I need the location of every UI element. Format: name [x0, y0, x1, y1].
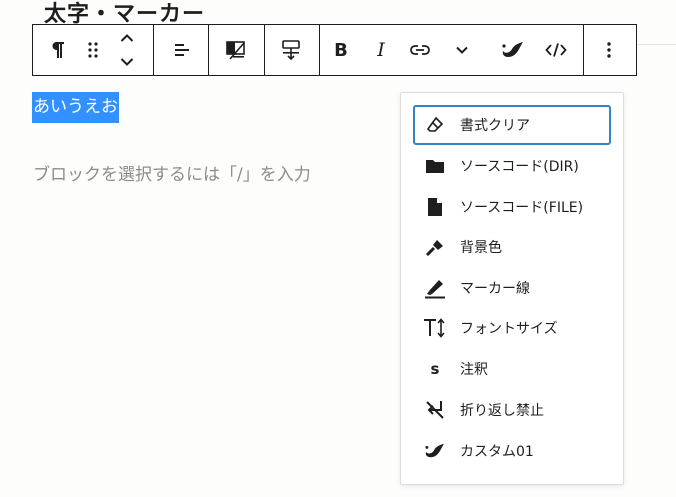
bold-label: B [334, 39, 348, 61]
toolbar-separator [319, 25, 320, 75]
menu-item-label: 注釈 [460, 362, 488, 378]
block-type-button[interactable] [43, 25, 73, 75]
menu-item-source-dir[interactable]: ソースコード(DIR) [413, 146, 611, 186]
move-up-button[interactable] [115, 27, 139, 49]
folder-icon [423, 154, 447, 178]
highlighter-icon [423, 276, 447, 300]
custom-format-button[interactable] [498, 25, 528, 75]
menu-item-source-file[interactable]: ソースコード(FILE) [413, 187, 611, 227]
toolbar-separator [583, 25, 584, 75]
menu-item-no-wrap[interactable]: 折り返し禁止 [413, 390, 611, 430]
drag-handle-icon [88, 42, 98, 58]
block-toolbar: B I [32, 24, 637, 76]
italic-label: I [377, 39, 385, 61]
link-icon [410, 45, 430, 55]
blob-icon [502, 42, 523, 57]
bold-button[interactable]: B [326, 25, 356, 75]
chevron-down-icon [456, 46, 468, 54]
font-size-icon [423, 316, 447, 340]
chevron-down-icon [120, 58, 134, 66]
italic-button[interactable]: I [366, 25, 396, 75]
more-formats-button[interactable] [447, 25, 477, 75]
align-left-icon [175, 44, 189, 56]
menu-item-label: 背景色 [460, 240, 502, 256]
toolbar-separator [208, 25, 209, 75]
chevron-up-icon [120, 34, 134, 42]
menu-item-marker-line[interactable]: マーカー線 [413, 268, 611, 308]
vertical-align-button[interactable] [276, 25, 306, 75]
menu-item-label: ソースコード(FILE) [460, 200, 584, 216]
menu-item-label: マーカー線 [460, 281, 530, 297]
drag-handle-button[interactable] [81, 25, 105, 75]
menu-item-font-size[interactable]: フォントサイズ [413, 308, 611, 348]
menu-item-label: カスタム01 [460, 444, 534, 460]
code-button[interactable] [541, 25, 571, 75]
vertical-align-icon [282, 40, 300, 61]
options-button[interactable] [597, 25, 621, 75]
menu-item-label: ソースコード(DIR) [460, 159, 579, 175]
align-button[interactable] [167, 25, 197, 75]
toolbar-separator [153, 25, 154, 75]
eraser-icon [423, 113, 447, 137]
layout-button[interactable] [221, 25, 251, 75]
menu-item-annotation[interactable]: s 注釈 [413, 349, 611, 389]
menu-item-background-color[interactable]: 背景色 [413, 227, 611, 267]
no-wrap-icon [423, 398, 447, 422]
no-image-icon [226, 41, 245, 60]
move-down-button[interactable] [115, 51, 139, 73]
editor-canvas: 太字・マーカー B I あいうえお ブロックを選択するには「/」を入力 書式クリ… [0, 0, 676, 497]
menu-item-clear-format[interactable]: 書式クリア [413, 105, 611, 145]
paint-brush-icon [423, 235, 447, 259]
annotation-icon: s [423, 357, 447, 381]
menu-item-custom01[interactable]: カスタム01 [413, 431, 611, 471]
link-button[interactable] [405, 25, 435, 75]
file-icon [423, 195, 447, 219]
more-vertical-icon [607, 42, 611, 58]
toolbar-separator [264, 25, 265, 75]
code-icon [545, 43, 567, 57]
selected-text[interactable]: あいうえお [32, 92, 119, 123]
annotation-glyph: s [430, 360, 440, 378]
block-placeholder[interactable]: ブロックを選択するには「/」を入力 [33, 160, 311, 190]
menu-item-label: フォントサイズ [460, 321, 558, 337]
format-dropdown-menu: 書式クリア ソースコード(DIR) ソースコード(FILE) 背景色 マーカー線… [400, 92, 624, 485]
divider [638, 44, 676, 45]
menu-item-label: 折り返し禁止 [460, 403, 544, 419]
blob-icon [423, 439, 447, 463]
menu-item-label: 書式クリア [460, 118, 530, 134]
pilcrow-icon [52, 42, 64, 58]
